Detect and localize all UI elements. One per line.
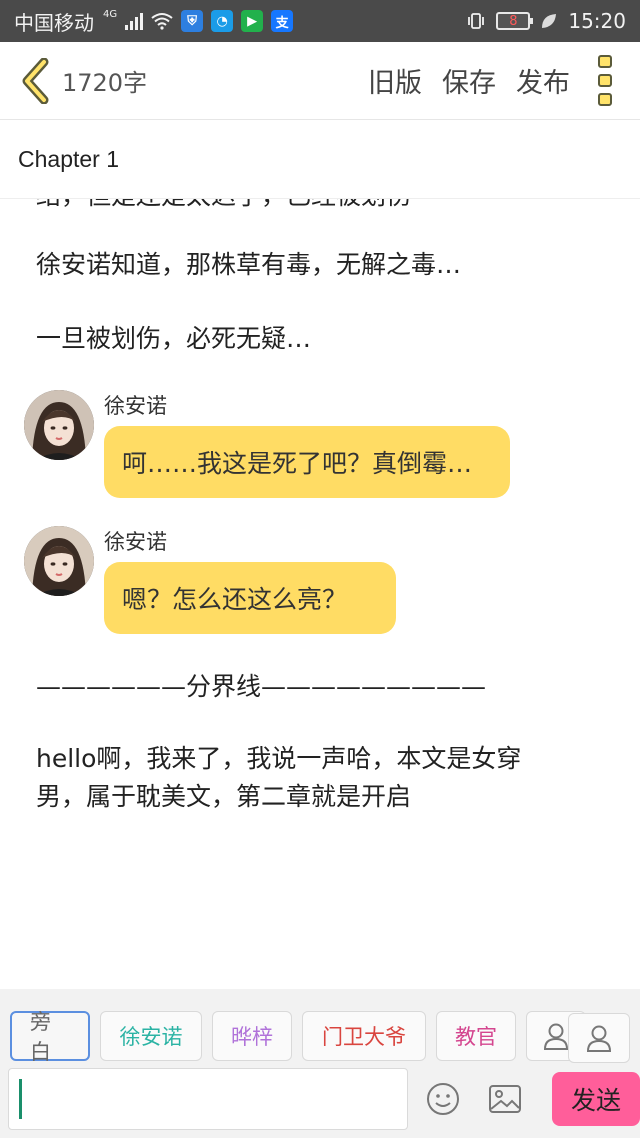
- save-button[interactable]: 保存: [442, 61, 496, 100]
- role-narrator[interactable]: 旁白: [10, 1010, 90, 1064]
- person-icon: [586, 1025, 612, 1052]
- emoji-icon: [427, 1083, 459, 1115]
- image-button[interactable]: [478, 1072, 532, 1126]
- chevron-left-icon: [22, 57, 49, 104]
- role-gatekeeper[interactable]: 门卫大爷: [302, 1011, 426, 1061]
- editor-toolbar: 旁白 徐安诺 晔梓 门卫大爷 教官 发送: [0, 989, 640, 1138]
- divider-line[interactable]: ——————分界线—————————: [36, 668, 596, 706]
- role-label: 旁白: [30, 1010, 51, 1064]
- send-button[interactable]: 发送: [552, 1072, 640, 1126]
- word-count: 1720字: [62, 69, 148, 97]
- role-instructor[interactable]: 教官: [436, 1011, 516, 1061]
- dialogue-message[interactable]: 徐安诺 呵……我这是死了吧？真倒霉…: [24, 390, 624, 510]
- avatar: [24, 526, 94, 596]
- image-icon: [489, 1085, 521, 1113]
- role-xu-annuo[interactable]: 徐安诺: [100, 1011, 202, 1061]
- role-label: 晔梓: [231, 1025, 273, 1049]
- paragraph[interactable]: 徐安诺知道，那株草有毒，无解之毒…: [36, 246, 596, 284]
- speaker-name: 徐安诺: [104, 530, 167, 554]
- story-content: 结，但是还是太迟了，已经被划伤 徐安诺知道，那株草有毒，无解之毒… 一旦被划伤，…: [0, 199, 640, 989]
- battery-icon: 8: [496, 12, 534, 30]
- signal-icon: [125, 12, 144, 30]
- emoji-button[interactable]: [416, 1072, 470, 1126]
- clock: 15:20: [568, 9, 626, 33]
- role-selector: 旁白 徐安诺 晔梓 门卫大爷 教官: [10, 1010, 640, 1064]
- browser-app-icon: ◔: [211, 10, 234, 32]
- more-icon: [598, 55, 612, 68]
- wifi-icon: [151, 13, 173, 30]
- partial-paragraph: 结，但是还是太迟了，已经被划伤: [36, 199, 596, 215]
- video-app-icon: ▶: [241, 10, 264, 32]
- role-label: 门卫大爷: [322, 1025, 406, 1049]
- dialogue-message[interactable]: 徐安诺 嗯？怎么还这么亮？: [24, 526, 624, 646]
- leaf-icon: [542, 14, 557, 28]
- speech-bubble[interactable]: 嗯？怎么还这么亮？: [104, 562, 396, 634]
- paragraph[interactable]: hello啊，我来了，我说一声哈，本文是女穿: [36, 740, 596, 778]
- status-bar: 中国移动 4G ⛨ ◔ ▶ 支 8 15:20: [0, 0, 640, 42]
- editor-header: 1720字 旧版 保存 发布: [0, 42, 640, 120]
- role-manager-button[interactable]: [568, 1013, 630, 1063]
- role-label: 徐安诺: [119, 1025, 183, 1049]
- message-input[interactable]: [8, 1068, 408, 1130]
- vibrate-icon: [468, 13, 485, 29]
- role-label: 教官: [455, 1025, 497, 1049]
- avatar: [24, 390, 94, 460]
- speech-bubble[interactable]: 呵……我这是死了吧？真倒霉…: [104, 426, 510, 498]
- publish-button[interactable]: 发布: [516, 61, 570, 100]
- alipay-app-icon: 支: [271, 10, 294, 32]
- paragraph[interactable]: 一旦被划伤，必死无疑…: [36, 320, 596, 358]
- speaker-name: 徐安诺: [104, 394, 167, 418]
- person-icon: [543, 1023, 569, 1050]
- network-type: 4G: [103, 9, 118, 20]
- text-caret: [19, 1079, 22, 1119]
- back-button[interactable]: [10, 42, 60, 120]
- more-menu-button[interactable]: [570, 42, 640, 120]
- chapter-title[interactable]: Chapter 1: [0, 121, 640, 199]
- old-version-button[interactable]: 旧版: [368, 61, 422, 100]
- role-ye-zi[interactable]: 晔梓: [212, 1011, 292, 1061]
- shield-app-icon: ⛨: [181, 10, 204, 32]
- paragraph[interactable]: 男，属于耽美文，第二章就是开启: [36, 778, 596, 816]
- carrier-name: 中国移动: [14, 10, 94, 35]
